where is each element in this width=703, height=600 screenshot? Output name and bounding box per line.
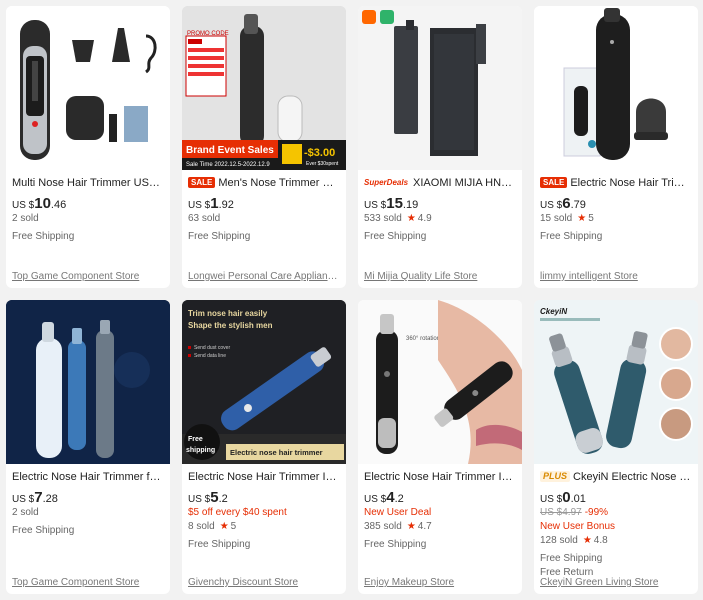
sold-count: 63 sold [188, 213, 221, 224]
store-link[interactable]: limmy intelligent Store [540, 271, 692, 282]
bullet-1: Send dust cover [194, 345, 230, 351]
plus-badge: PLUS [540, 471, 571, 482]
headline-2: Shape the stylish men [188, 321, 273, 330]
rotation-label: 360° rotation [406, 336, 440, 342]
sold-rating: 15 sold ★ 5 [540, 213, 594, 224]
shipping-label: Free Shipping [12, 525, 75, 536]
product-card[interactable]: Trim nose hair easily Shape the stylish … [182, 300, 346, 594]
sale-time-text: Sale Time 2022.12.5-2022.12.9 [186, 162, 270, 168]
product-image[interactable] [6, 300, 170, 464]
headline-1: Trim nose hair easily [188, 309, 268, 318]
product-title[interactable]: PLUSCkeyiN Electric Nose Hair Trimmer [540, 470, 692, 484]
product-card[interactable]: CkeyiN PLUS CkeyiN Electric Nose H US $0… [534, 300, 698, 594]
product-image[interactable]: 360° rotation [358, 300, 522, 464]
original-price: US $4.97 -99% [540, 507, 609, 518]
promo-text: New User Bonus [540, 521, 616, 532]
product-card[interactable]: PROMO CODE Brand Event Sales Sale Time 2… [182, 6, 346, 288]
store-link[interactable]: Top Game Component Store [12, 577, 164, 588]
product-title[interactable]: Multi Nose Hair Trimmer USB Rechargeable [12, 176, 164, 190]
sale-badge: SALE [540, 177, 568, 188]
shipping-label: Free Shipping [188, 539, 251, 550]
store-link[interactable]: Longwei Personal Care Appliances Store [188, 271, 340, 282]
product-price: US $1.92 [188, 195, 234, 212]
shipping-label: Free Shipping [540, 231, 603, 242]
coupon-amount: -$3.00 [304, 147, 335, 159]
product-image[interactable] [6, 6, 170, 170]
product-card[interactable]: 360° rotation Electric Nose Hair Trimmer… [358, 300, 522, 594]
store-link[interactable]: Enjoy Makeup Store [364, 577, 516, 588]
promo-code-text: PROMO CODE [187, 31, 229, 37]
star-icon: ★ [406, 213, 416, 224]
product-price: US $4.2 [364, 489, 404, 506]
product-image[interactable] [534, 6, 698, 170]
image-banner: Electric nose hair trimmer [230, 448, 323, 457]
sold-rating: 128 sold ★ 4.8 [540, 535, 608, 546]
superdeals-badge: SuperDeals [364, 177, 411, 188]
store-link[interactable]: Top Game Component Store [12, 271, 164, 282]
coupon-sub: Ever $30spent [306, 161, 339, 167]
shipping-label: Free Shipping [188, 231, 251, 242]
product-image[interactable] [358, 6, 522, 170]
product-price: US $15.19 [364, 195, 419, 212]
mi-logo-icon [362, 10, 376, 24]
brand-event-banner: Brand Event Sales [186, 145, 274, 156]
store-link[interactable]: CkeyiN Green Living Store [540, 577, 692, 588]
product-card[interactable]: SALEElectric Nose Hair Trimmer for Men U… [534, 6, 698, 288]
star-icon: ★ [406, 521, 416, 532]
product-card[interactable]: Electric Nose Hair Trimmer for Men Women… [6, 300, 170, 594]
shipping-label: Free Shipping [364, 539, 427, 550]
product-title[interactable]: SuperDealsXIAOMI MIJIA HN1 HN3 Electric [364, 176, 516, 190]
sold-rating: 533 sold ★ 4.9 [364, 213, 432, 224]
product-image[interactable]: PROMO CODE Brand Event Sales Sale Time 2… [182, 6, 346, 170]
product-image[interactable]: Trim nose hair easily Shape the stylish … [182, 300, 346, 464]
sold-rating: 385 sold ★ 4.7 [364, 521, 432, 532]
star-icon: ★ [582, 535, 592, 546]
product-title[interactable]: Electric Nose Hair Trimmer for Men Women [12, 470, 164, 484]
sale-badge: SALE [188, 177, 216, 188]
store-link[interactable]: Mi Mijia Quality Life Store [364, 271, 516, 282]
brand-logo: CkeyiN [540, 307, 567, 316]
sold-count: 2 sold [12, 507, 39, 518]
product-title[interactable]: Electric Nose Hair Trimmer Implement [364, 470, 516, 484]
promo-text: New User Deal [364, 507, 432, 518]
product-title[interactable]: SALEElectric Nose Hair Trimmer for Men [540, 176, 692, 190]
star-icon: ★ [219, 521, 229, 532]
product-price: US $5.2 [188, 489, 228, 506]
shipping-label: Free Shipping [364, 231, 427, 242]
promo-text: $5 off every $40 spent [188, 507, 287, 518]
product-title[interactable]: Electric Nose Hair Trimmer Implement [188, 470, 340, 484]
product-price: US $6.79 [540, 195, 586, 212]
store-link[interactable]: Givenchy Discount Store [188, 577, 340, 588]
shipping-label: Free Shipping [540, 553, 603, 564]
bullet-2: Send data line [194, 353, 226, 359]
product-card[interactable]: Multi Nose Hair Trimmer USB Rechargeable… [6, 6, 170, 288]
shipping-label: Free Shipping [12, 231, 75, 242]
product-card[interactable]: SuperDealsXIAOMI MIJIA HN1 HN3 Electric … [358, 6, 522, 288]
product-grid: Multi Nose Hair Trimmer USB Rechargeable… [0, 0, 703, 600]
star-icon: ★ [577, 213, 587, 224]
product-price: US $0.01 [540, 489, 586, 506]
product-image[interactable]: CkeyiN [534, 300, 698, 464]
product-price: US $7.28 [12, 489, 58, 506]
sold-count: 2 sold [12, 213, 39, 224]
product-price: US $10.46 [12, 195, 67, 212]
sold-rating: 8 sold ★ 5 [188, 521, 237, 532]
product-title[interactable]: SALEMen's Nose Trimmer Electric Nose Hai… [188, 176, 340, 190]
free-label: Free [188, 436, 203, 443]
mijia-logo-icon [380, 10, 394, 24]
shipping-label-img: shipping [186, 447, 215, 454]
